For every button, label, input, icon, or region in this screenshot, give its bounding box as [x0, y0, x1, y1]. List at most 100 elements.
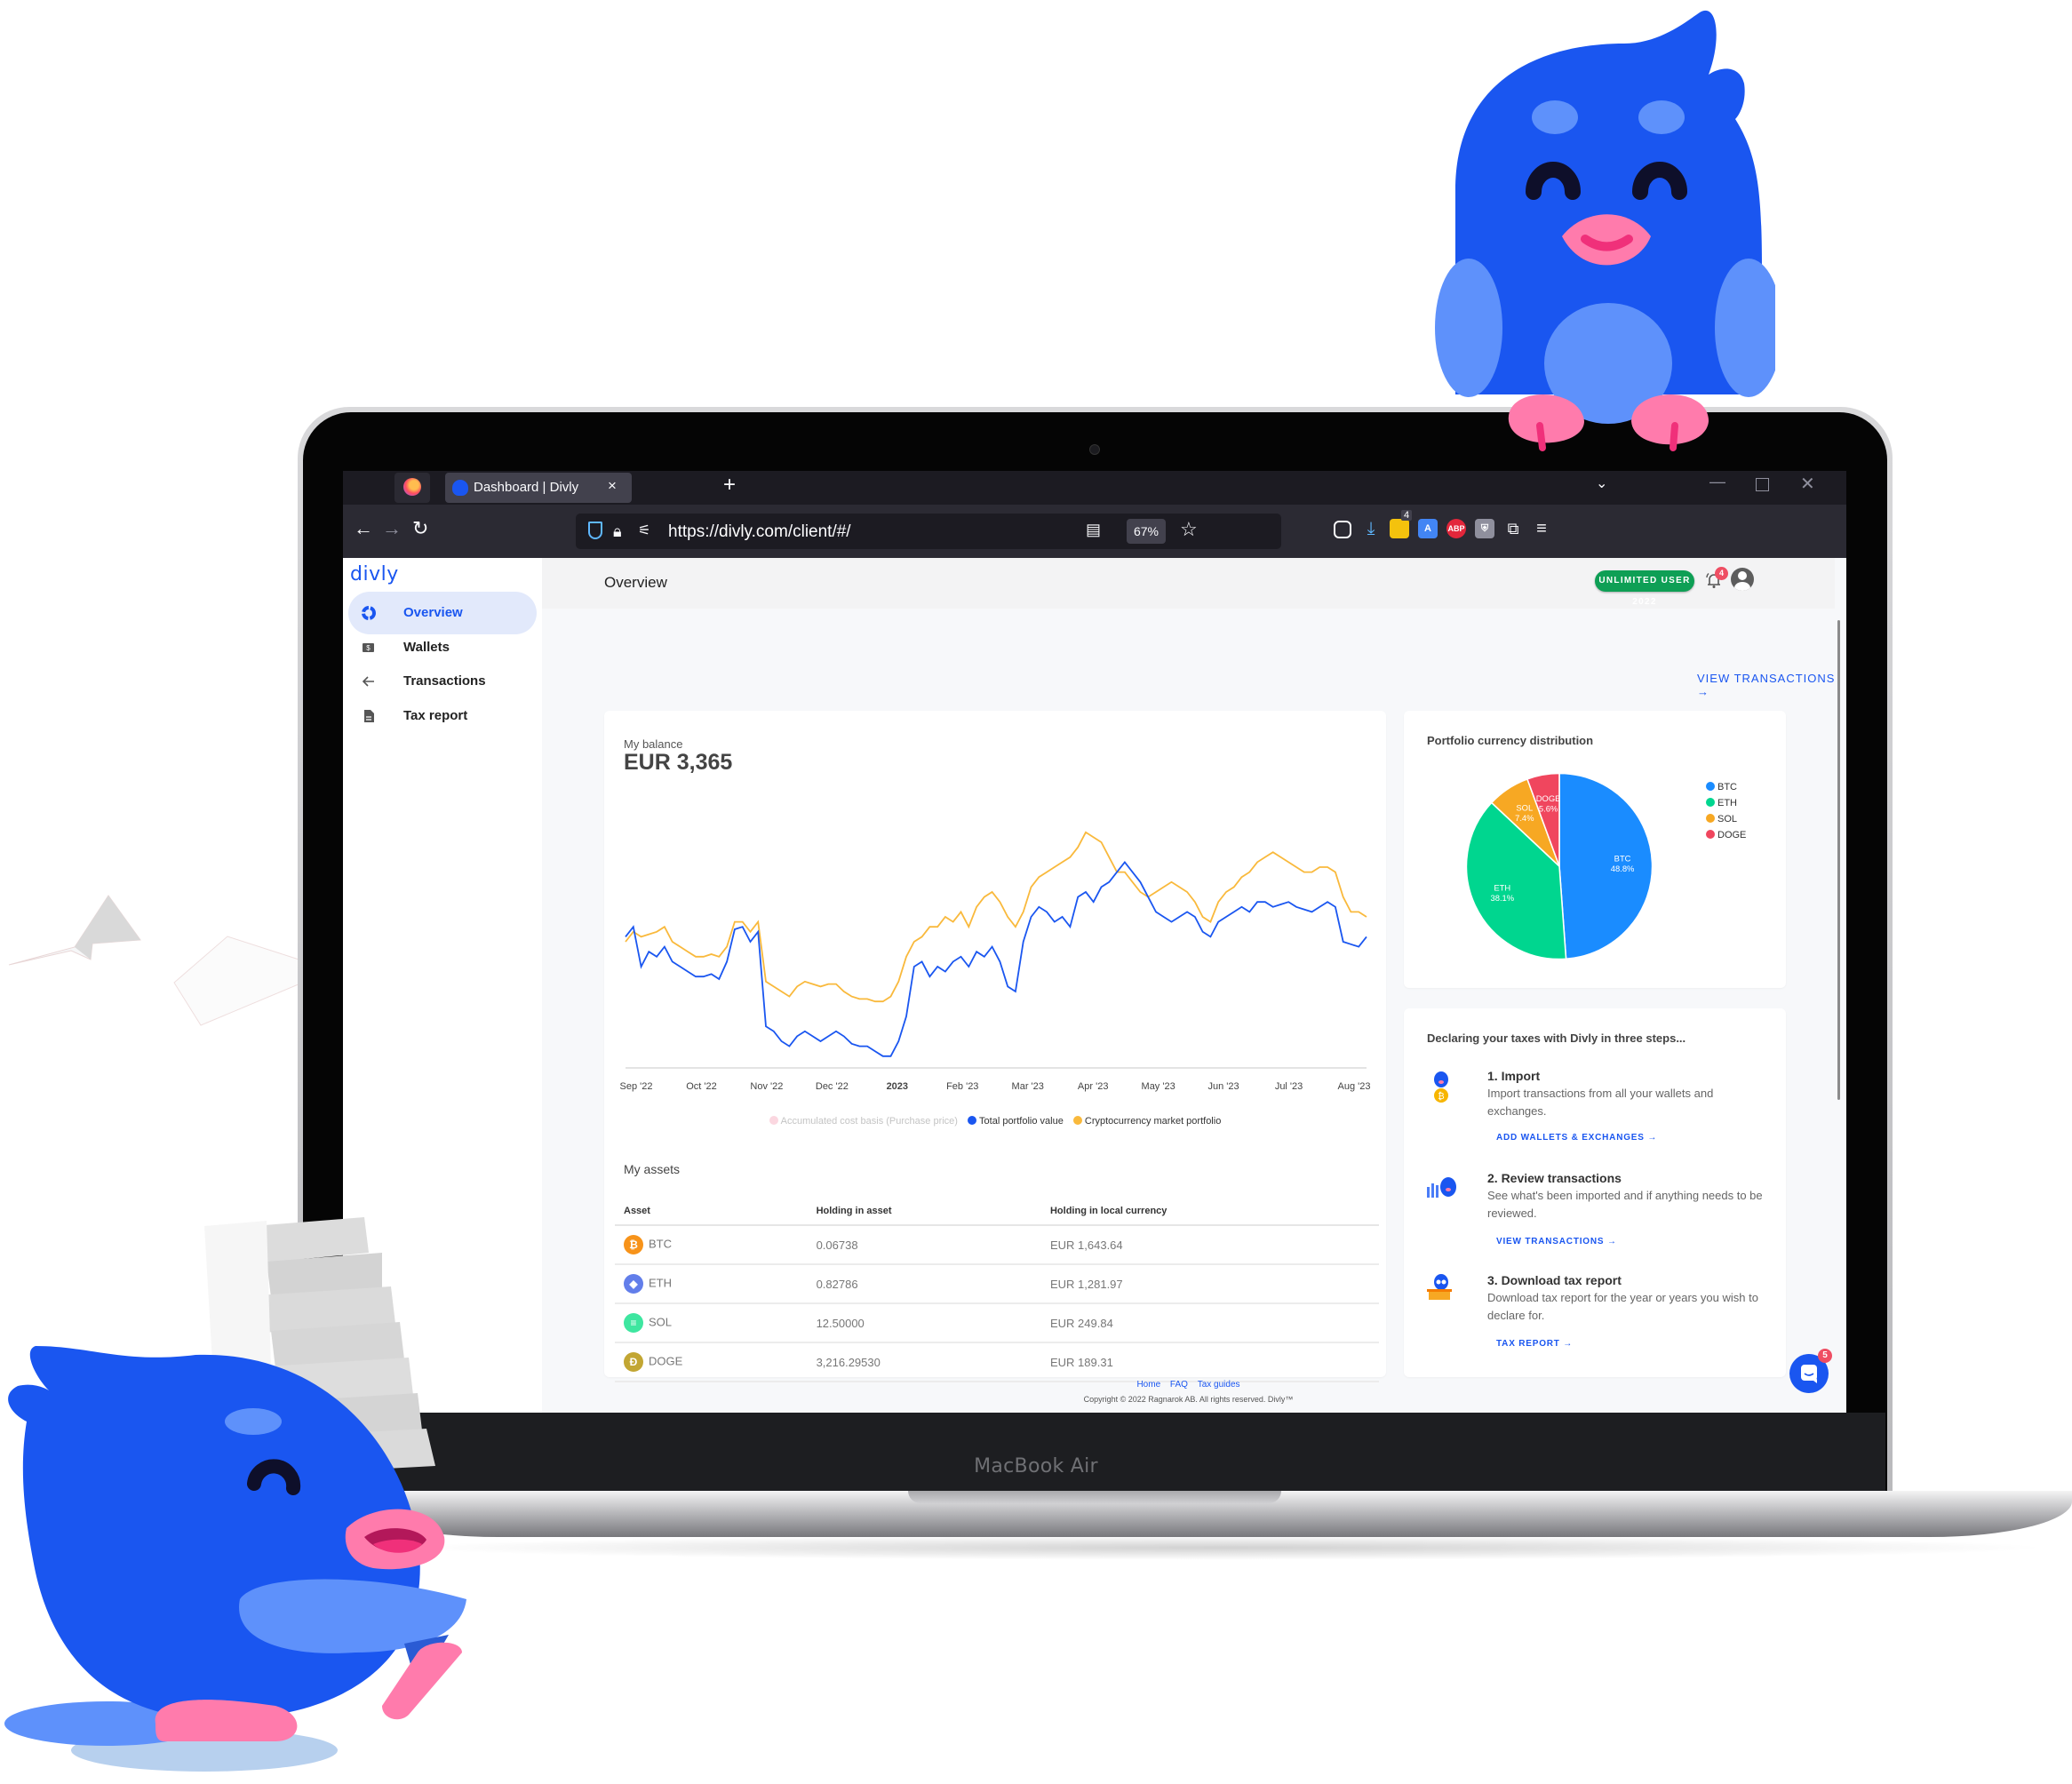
tab-close-icon[interactable]: × — [608, 477, 617, 495]
new-tab-button[interactable]: + — [723, 473, 736, 498]
window-minimize-button[interactable]: — — [1709, 473, 1725, 491]
divly-logo[interactable]: divly — [350, 563, 399, 585]
column-header[interactable]: Asset — [615, 1198, 808, 1226]
step-heading: 1. Import — [1487, 1069, 1541, 1083]
currency-distribution-pie-chart[interactable]: BTC48.8% ETH38.1% SOL7.4%DOGE5.6% — [1457, 764, 1662, 968]
pie-data-label: DOGE — [1536, 793, 1561, 803]
window-maximize-button[interactable] — [1756, 478, 1769, 491]
navigation-toolbar: ← → ↻ 🔒︎ ⚟ https://divly.com/client/#/ ▤… — [343, 505, 1846, 558]
view-transactions-step-link[interactable]: VIEW TRANSACTIONS → — [1496, 1237, 1617, 1246]
forward-arrow-icon[interactable]: → — [382, 517, 402, 540]
downloads-icon[interactable]: ⤓ — [1361, 519, 1381, 538]
legend-label: ETH — [1717, 798, 1737, 808]
legend-dot — [769, 1116, 778, 1125]
sidebar-item-label: Overview — [403, 605, 463, 620]
table-row[interactable]: Ð DOGE 3,216.29530 EUR 189.31 — [615, 1342, 1379, 1382]
footer-link-faq[interactable]: FAQ — [1170, 1380, 1188, 1390]
table-row[interactable]: ₿ BTC 0.06738 EUR 1,643.64 — [615, 1225, 1379, 1265]
pocket-icon[interactable] — [1334, 521, 1351, 538]
holding-cell: 3,216.29530 — [807, 1342, 1041, 1382]
footer-links: Home FAQ Tax guides — [542, 1380, 1835, 1390]
firefox-view-button[interactable] — [394, 473, 430, 503]
sidebar-item-label: Tax report — [403, 708, 468, 723]
legend-item-eth[interactable]: ETH — [1706, 798, 1746, 814]
reader-view-icon[interactable]: ▤ — [1086, 521, 1101, 539]
browser-tab-active[interactable]: Dashboard | Divly × — [445, 473, 632, 503]
page-title: Overview — [604, 574, 667, 591]
account-avatar-icon[interactable] — [1731, 568, 1754, 591]
step-description: See what's been imported and if anything… — [1487, 1189, 1763, 1220]
steps-title: Declaring your taxes with Divly in three… — [1427, 1031, 1686, 1045]
tracking-protection-shield-icon[interactable] — [588, 522, 602, 539]
window-close-button[interactable]: ✕ — [1800, 473, 1815, 495]
copyright-text: Copyright © 2022 Ragnarok AB. All rights… — [1083, 1395, 1294, 1404]
notes-extension-icon[interactable] — [1390, 519, 1409, 538]
pie-slice-btc[interactable] — [1558, 772, 1654, 960]
legend-dot — [1706, 830, 1715, 839]
divly-mascot-carrying-papers-illustration — [4, 1217, 466, 1772]
zoom-level-button[interactable]: 67% — [1127, 519, 1166, 544]
pie-data-label: 38.1% — [1490, 893, 1514, 903]
pie-data-label: 5.6% — [1539, 803, 1558, 813]
translate-extension-icon[interactable]: A — [1418, 519, 1438, 538]
x-tick-label: Mar '23 — [1012, 1081, 1044, 1092]
url-text[interactable]: https://divly.com/client/#/ — [668, 522, 851, 542]
footer-link-tax-guides[interactable]: Tax guides — [1198, 1380, 1240, 1390]
footer-link-home[interactable]: Home — [1136, 1380, 1160, 1390]
step-heading: 3. Download tax report — [1487, 1273, 1622, 1287]
page-header: Overview UNLIMITED USER 2022 4 — [542, 558, 1835, 609]
bitwarden-shield-icon[interactable]: ⛨ — [1475, 519, 1494, 538]
document-icon — [364, 710, 374, 722]
legend-item-btc[interactable]: BTC — [1706, 782, 1746, 798]
pie-data-label: BTC — [1614, 853, 1631, 863]
legend-item-total-portfolio[interactable]: Total portfolio value — [968, 1116, 1064, 1127]
balance-card: My balance EUR 3,365 Sep '22 Oct '22 Nov '… — [604, 711, 1386, 1382]
list-all-tabs-chevron-icon[interactable]: ⌄ — [1596, 474, 1607, 492]
x-tick-label: Jun '23 — [1208, 1081, 1239, 1092]
view-transactions-link[interactable]: VIEW TRANSACTIONS → — [1697, 672, 1846, 698]
wallet-icon: $ — [363, 643, 374, 652]
legend-item-sol[interactable]: SOL — [1706, 814, 1746, 830]
url-bar[interactable]: 🔒︎ ⚟ https://divly.com/client/#/ ▤ 67% ☆ — [576, 514, 1281, 549]
pie-data-label: 48.8% — [1611, 864, 1635, 873]
legend-label: SOL — [1717, 814, 1738, 824]
laptop-shadow — [400, 1535, 2052, 1560]
permissions-icon[interactable]: ⚟ — [638, 522, 650, 539]
x-tick-label: May '23 — [1142, 1081, 1175, 1092]
legend-label: BTC — [1717, 782, 1737, 792]
balance-line-chart[interactable]: Sep '22 Oct '22 Nov '22 Dec '22 2023 Feb '23 M… — [618, 808, 1374, 1111]
chart-legend: Accumulated cost basis (Purchase price) … — [604, 1116, 1386, 1127]
hamburger-menu-icon[interactable]: ≡ — [1532, 519, 1551, 538]
x-tick-label: Aug '23 — [1338, 1081, 1371, 1092]
legend-label: Cryptocurrency market portfolio — [1084, 1116, 1222, 1127]
sidebar-item-tax-report[interactable]: Tax report — [348, 695, 537, 737]
add-wallets-exchanges-link[interactable]: ADD WALLETS & EXCHANGES → — [1496, 1133, 1657, 1143]
legend-item-crypto-market[interactable]: Cryptocurrency market portfolio — [1072, 1116, 1222, 1127]
balance-label: My balance — [624, 737, 683, 751]
asset-cell: Ð DOGE — [615, 1342, 808, 1382]
reload-icon[interactable]: ↻ — [412, 517, 428, 540]
lock-icon[interactable]: 🔒︎ — [613, 522, 622, 541]
svg-text:$: $ — [366, 644, 371, 652]
asset-cell: ≡ SOL — [615, 1303, 808, 1343]
column-header[interactable]: Holding in asset — [807, 1198, 1041, 1226]
assets-section-title: My assets — [624, 1162, 681, 1176]
balance-value: EUR 3,365 — [624, 750, 733, 775]
back-arrow-icon[interactable]: ← — [354, 517, 373, 540]
table-row[interactable]: ≡ SOL 12.50000 EUR 249.84 — [615, 1303, 1379, 1343]
x-tick-label: Dec '22 — [816, 1081, 849, 1092]
x-tick-label: Oct '22 — [686, 1081, 717, 1092]
plan-status-badge[interactable]: UNLIMITED USER 2022 — [1595, 570, 1694, 607]
pie-data-label: 7.4% — [1515, 813, 1534, 823]
tax-report-link[interactable]: TAX REPORT → — [1496, 1339, 1573, 1349]
column-header[interactable]: Holding in local currency — [1040, 1198, 1379, 1226]
table-row[interactable]: ◆ ETH 0.82786 EUR 1,281.97 — [615, 1264, 1379, 1304]
bitcoin-icon: ₿ — [624, 1235, 643, 1254]
legend-item-cost-basis[interactable]: Accumulated cost basis (Purchase price) — [769, 1116, 958, 1127]
tax-steps-card: Declaring your taxes with Divly in three… — [1404, 1008, 1786, 1377]
local-currency-cell: EUR 189.31 — [1040, 1342, 1379, 1382]
extensions-puzzle-icon[interactable]: ⧉ — [1503, 519, 1523, 538]
adblock-plus-icon[interactable]: ABP — [1446, 519, 1466, 538]
legend-item-doge[interactable]: DOGE — [1706, 830, 1746, 846]
bookmark-star-icon[interactable]: ☆ — [1180, 518, 1198, 541]
